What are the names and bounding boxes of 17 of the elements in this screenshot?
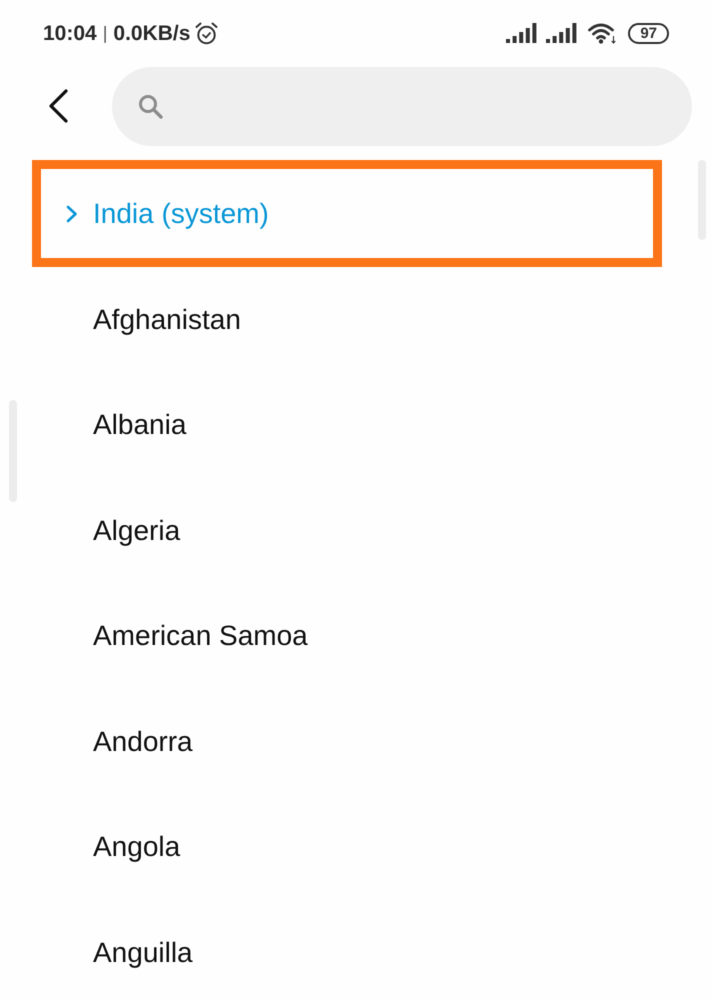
country-item[interactable]: American Samoa	[41, 592, 653, 680]
battery-indicator: 97	[628, 22, 669, 44]
signal-bars-icon	[506, 23, 540, 43]
network-speed: 0.0KB/s	[113, 22, 190, 44]
chevron-icon	[66, 204, 78, 222]
clock-time: 10:04	[43, 22, 97, 44]
country-item[interactable]: Albania	[41, 382, 653, 469]
search-icon	[138, 94, 163, 118]
separator: |	[102, 24, 108, 42]
country-item[interactable]: Angola	[41, 804, 653, 891]
country-item[interactable]: Algeria	[41, 487, 653, 574]
country-item[interactable]: Afghanistan	[41, 276, 653, 364]
alarm-clock-icon	[195, 22, 218, 44]
signal-bars-icon	[546, 23, 580, 43]
country-item[interactable]: Andorra	[41, 698, 653, 786]
wifi-icon	[588, 22, 616, 44]
country-item[interactable]: Anguilla	[41, 909, 653, 996]
